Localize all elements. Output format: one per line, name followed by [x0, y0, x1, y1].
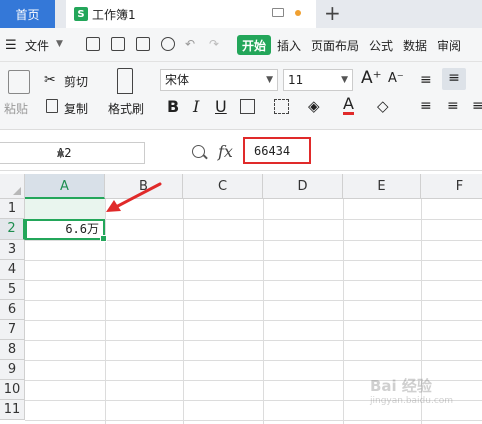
- menu-file[interactable]: 文件: [25, 37, 49, 54]
- spreadsheet-logo-icon: S: [74, 7, 88, 21]
- font-name-select[interactable]: 宋体 ▼: [160, 69, 278, 91]
- cell-a1[interactable]: [25, 199, 105, 219]
- watermark: Bai 经验 jingyan.baidu.com: [370, 375, 453, 406]
- grid-line: [263, 199, 264, 424]
- fill-pattern-icon[interactable]: [274, 99, 289, 114]
- decrease-font-icon[interactable]: A⁻: [388, 71, 404, 86]
- menu-start[interactable]: 开始: [237, 35, 271, 55]
- menu-page-layout[interactable]: 页面布局: [311, 37, 359, 54]
- add-tab-button[interactable]: +: [324, 2, 341, 24]
- redo-icon[interactable]: ↷: [209, 37, 219, 51]
- row-header-11[interactable]: 11: [0, 400, 25, 420]
- print-preview-icon[interactable]: [161, 37, 175, 51]
- unsaved-dot-icon: [295, 10, 301, 16]
- save-icon[interactable]: [86, 37, 100, 51]
- select-all-corner[interactable]: [0, 174, 25, 199]
- copy-button[interactable]: 复制: [64, 100, 88, 117]
- column-header-c[interactable]: C: [183, 174, 263, 199]
- increase-font-icon[interactable]: A⁺: [361, 68, 382, 88]
- font-name-value: 宋体: [165, 73, 190, 87]
- print-icon[interactable]: [136, 37, 150, 51]
- chevron-down-icon: ▼: [266, 75, 273, 85]
- chevron-down-icon: ▼: [57, 147, 65, 161]
- row-header-9[interactable]: 9: [0, 360, 25, 380]
- ribbon: 粘贴 ✂ 剪切 复制 格式刷 宋体 ▼ 11 ▼ A⁺ A⁻ B I U ◈ A…: [0, 62, 482, 130]
- font-size-value: 11: [288, 73, 304, 87]
- paste-label[interactable]: 粘贴: [4, 100, 28, 117]
- row-header-3[interactable]: 3: [0, 240, 25, 260]
- grid-line: [25, 340, 482, 341]
- menu-insert[interactable]: 插入: [277, 37, 301, 54]
- fx-icon[interactable]: fx: [218, 142, 233, 161]
- row-header-5[interactable]: 5: [0, 280, 25, 300]
- grid-line: [183, 199, 184, 424]
- grid-line: [105, 199, 106, 424]
- monitor-icon[interactable]: [272, 8, 284, 17]
- row-header-1[interactable]: 1: [0, 199, 25, 219]
- cut-button[interactable]: 剪切: [64, 73, 88, 90]
- zoom-icon[interactable]: [192, 145, 205, 158]
- fill-color-icon[interactable]: ◈: [308, 97, 320, 115]
- grid-line: [25, 420, 482, 421]
- underline-button[interactable]: U: [215, 97, 227, 116]
- formula-input[interactable]: 66434: [243, 137, 311, 164]
- grid-line: [343, 199, 344, 424]
- grid-line: [25, 260, 482, 261]
- border-icon[interactable]: [240, 99, 255, 114]
- grid-line: [25, 320, 482, 321]
- column-header-f[interactable]: F: [421, 174, 482, 199]
- align-right-icon[interactable]: ≡: [472, 98, 482, 114]
- annotation-arrow-icon: [106, 182, 162, 212]
- format-painter-icon[interactable]: [117, 68, 133, 94]
- row-header-2[interactable]: 2: [0, 219, 25, 240]
- row-header-10[interactable]: 10: [0, 380, 25, 400]
- column-header-e[interactable]: E: [343, 174, 421, 199]
- chevron-down-icon[interactable]: ▼: [56, 39, 63, 49]
- grid-line: [25, 300, 482, 301]
- row-header-4[interactable]: 4: [0, 260, 25, 280]
- formula-bar: A2 ▼ fx 66434: [0, 130, 482, 171]
- align-left-icon[interactable]: ≡: [420, 98, 432, 114]
- tab-home[interactable]: 首页: [0, 0, 55, 28]
- align-center-icon[interactable]: ≡: [447, 98, 459, 114]
- menu-data[interactable]: 数据: [403, 37, 427, 54]
- tab-bar: 首页 S 工作簿1 +: [0, 0, 482, 28]
- chevron-down-icon: ▼: [341, 75, 348, 85]
- hamburger-icon[interactable]: ☰: [5, 38, 17, 53]
- workbook-title: 工作簿1: [92, 7, 136, 22]
- format-painter-button[interactable]: 格式刷: [108, 100, 144, 117]
- grid-line: [25, 240, 482, 241]
- scissors-icon[interactable]: ✂: [44, 72, 56, 88]
- clear-format-icon[interactable]: ◇: [377, 97, 389, 115]
- italic-button[interactable]: I: [193, 97, 199, 116]
- watermark-sub: jingyan.baidu.com: [370, 396, 454, 406]
- row-header-8[interactable]: 8: [0, 340, 25, 360]
- column-header-d[interactable]: D: [263, 174, 343, 199]
- tab-workbook[interactable]: S 工作簿1: [66, 0, 316, 28]
- grid-line: [25, 360, 482, 361]
- export-icon[interactable]: [111, 37, 125, 51]
- menu-formula[interactable]: 公式: [369, 37, 393, 54]
- bold-button[interactable]: B: [167, 97, 179, 116]
- font-size-select[interactable]: 11 ▼: [283, 69, 353, 91]
- font-color-icon[interactable]: A: [343, 95, 354, 115]
- column-header-a[interactable]: A: [25, 174, 105, 199]
- align-top-icon[interactable]: ≡: [420, 72, 432, 88]
- undo-icon[interactable]: ↶: [185, 37, 195, 51]
- grid-line: [25, 280, 482, 281]
- cell-a2-selected[interactable]: 6.6万: [25, 219, 107, 242]
- row-header-7[interactable]: 7: [0, 320, 25, 340]
- menu-bar: ☰ 文件 ▼ ↶ ↷ 开始 插入 页面布局 公式 数据 审阅: [0, 28, 482, 62]
- menu-review[interactable]: 审阅: [437, 37, 461, 54]
- row-header-6[interactable]: 6: [0, 300, 25, 320]
- align-middle-icon[interactable]: ≡: [442, 68, 466, 90]
- name-box[interactable]: A2 ▼: [0, 142, 145, 164]
- paste-icon[interactable]: [8, 70, 30, 94]
- watermark-main: Bai 经验: [370, 377, 432, 395]
- copy-icon[interactable]: [46, 99, 58, 113]
